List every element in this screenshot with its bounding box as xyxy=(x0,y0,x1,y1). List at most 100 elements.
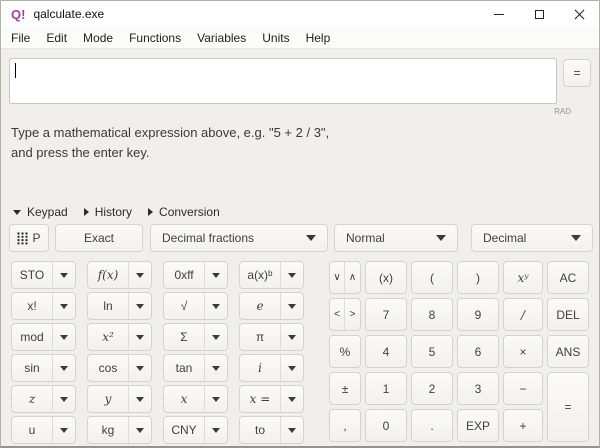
dropdown-arrow-icon[interactable] xyxy=(205,293,227,319)
dropdown-arrow-icon[interactable] xyxy=(129,262,151,288)
key-label[interactable]: cos xyxy=(88,355,129,381)
dropdown-arrow-icon[interactable] xyxy=(281,355,303,381)
keypad-button-minus[interactable]: − xyxy=(503,372,543,405)
key-label[interactable]: e xyxy=(240,293,281,319)
number-format-dropdown[interactable]: Normal xyxy=(334,224,458,252)
keypad-button-8[interactable]: 8 xyxy=(411,298,453,331)
key-label[interactable]: i xyxy=(240,355,281,381)
keypad-button-0[interactable]: 0 xyxy=(365,409,407,442)
dropdown-arrow-icon[interactable] xyxy=(53,417,75,443)
expander-conversion[interactable]: Conversion xyxy=(148,205,220,219)
menu-mode[interactable]: Mode xyxy=(75,29,121,47)
keypad-button-exp[interactable]: EXP xyxy=(457,409,499,442)
key-label[interactable]: x! xyxy=(12,293,53,319)
calculate-button[interactable]: = xyxy=(563,59,591,87)
cursor-right-icon[interactable]: > xyxy=(345,299,360,330)
dropdown-arrow-icon[interactable] xyxy=(281,262,303,288)
dropdown-arrow-icon[interactable] xyxy=(281,293,303,319)
keypad-button-ans[interactable]: ANS xyxy=(547,335,589,368)
dropdown-arrow-icon[interactable] xyxy=(281,324,303,350)
expander-keypad[interactable]: Keypad xyxy=(13,205,68,219)
keypad-button-plusminus[interactable]: ± xyxy=(329,372,361,405)
dropdown-arrow-icon[interactable] xyxy=(53,386,75,412)
key-label[interactable]: sin xyxy=(12,355,53,381)
keypad-button-2[interactable]: 2 xyxy=(411,372,453,405)
dropdown-arrow-icon[interactable] xyxy=(205,355,227,381)
menu-file[interactable]: File xyxy=(3,29,38,47)
keypad-button-4[interactable]: 4 xyxy=(365,335,407,368)
dropdown-arrow-icon[interactable] xyxy=(205,262,227,288)
key-label[interactable]: 0xff xyxy=(164,262,205,288)
keypad-button-parens-x[interactable]: (x) xyxy=(365,261,407,294)
key-label[interactable]: STO xyxy=(12,262,53,288)
menu-variables[interactable]: Variables xyxy=(189,29,254,47)
caret-right-icon xyxy=(84,208,89,216)
key-label[interactable]: x = xyxy=(240,386,281,412)
dropdown-arrow-icon[interactable] xyxy=(129,293,151,319)
dropdown-arrow-icon[interactable] xyxy=(205,324,227,350)
close-button[interactable] xyxy=(559,1,599,27)
dropdown-arrow-icon[interactable] xyxy=(281,386,303,412)
keypad-button-paren-close[interactable]: ) xyxy=(457,261,499,294)
scroll-down-icon[interactable]: ∨ xyxy=(330,262,345,293)
key-label[interactable]: a(x)ᵇ xyxy=(240,262,281,288)
key-label[interactable]: x² xyxy=(88,324,129,350)
dropdown-arrow-icon[interactable] xyxy=(53,262,75,288)
key-label[interactable]: ln xyxy=(88,293,129,319)
keypad-button-multiply[interactable]: × xyxy=(503,335,543,368)
key-label[interactable]: √ xyxy=(164,293,205,319)
dropdown-arrow-icon[interactable] xyxy=(129,417,151,443)
keypad-button-5[interactable]: 5 xyxy=(411,335,453,368)
dropdown-arrow-icon[interactable] xyxy=(129,355,151,381)
keypad-button-3[interactable]: 3 xyxy=(457,372,499,405)
key-label[interactable]: f(x) xyxy=(88,262,129,288)
exact-toggle-button[interactable]: Exact xyxy=(55,224,143,252)
programming-keypad-button[interactable]: P xyxy=(9,224,49,252)
expander-history[interactable]: History xyxy=(84,205,132,219)
dropdown-arrow-icon[interactable] xyxy=(129,324,151,350)
menu-help[interactable]: Help xyxy=(298,29,339,47)
keypad-button-9[interactable]: 9 xyxy=(457,298,499,331)
key-label[interactable]: to xyxy=(240,417,281,443)
menu-units[interactable]: Units xyxy=(254,29,297,47)
dropdown-arrow-icon[interactable] xyxy=(53,293,75,319)
keypad-button-dot[interactable]: . xyxy=(411,409,453,442)
menu-edit[interactable]: Edit xyxy=(38,29,75,47)
keypad-button-7[interactable]: 7 xyxy=(365,298,407,331)
keypad-button-comma[interactable]: , xyxy=(329,409,361,442)
keypad-button-percent[interactable]: % xyxy=(329,335,361,368)
key-label[interactable]: tan xyxy=(164,355,205,381)
key-label[interactable]: kg xyxy=(88,417,129,443)
dropdown-arrow-icon[interactable] xyxy=(205,386,227,412)
dropdown-arrow-icon[interactable] xyxy=(129,386,151,412)
dropdown-arrow-icon[interactable] xyxy=(53,324,75,350)
maximize-button[interactable] xyxy=(519,1,559,27)
key-label[interactable]: y xyxy=(88,386,129,412)
key-label[interactable]: z xyxy=(12,386,53,412)
cursor-left-icon[interactable]: < xyxy=(330,299,345,330)
number-base-dropdown[interactable]: Decimal xyxy=(471,224,593,252)
keypad-button-plus[interactable]: + xyxy=(503,409,543,442)
key-label[interactable]: u xyxy=(12,417,53,443)
key-label[interactable]: Σ xyxy=(164,324,205,350)
dropdown-arrow-icon[interactable] xyxy=(281,417,303,443)
minimize-button[interactable] xyxy=(479,1,519,27)
keypad-button-ac[interactable]: AC xyxy=(547,261,589,294)
dropdown-arrow-icon[interactable] xyxy=(205,417,227,443)
key-label[interactable]: x xyxy=(164,386,205,412)
expression-input[interactable] xyxy=(9,58,557,104)
keypad-button-x-power-y[interactable]: xʸ xyxy=(503,261,543,294)
keypad-button-6[interactable]: 6 xyxy=(457,335,499,368)
keypad-button-paren-open[interactable]: ( xyxy=(411,261,453,294)
dropdown-arrow-icon[interactable] xyxy=(53,355,75,381)
key-label[interactable]: CNY xyxy=(164,417,205,443)
scroll-up-icon[interactable]: ∧ xyxy=(345,262,360,293)
key-label[interactable]: π xyxy=(240,324,281,350)
menu-functions[interactable]: Functions xyxy=(121,29,189,47)
keypad-button-1[interactable]: 1 xyxy=(365,372,407,405)
keypad-button-del[interactable]: DEL xyxy=(547,298,589,331)
key-label[interactable]: mod xyxy=(12,324,53,350)
fraction-mode-dropdown[interactable]: Decimal fractions xyxy=(150,224,328,252)
keypad-button-divide[interactable]: / xyxy=(503,298,543,331)
keypad-button-equals[interactable]: = xyxy=(547,372,589,442)
